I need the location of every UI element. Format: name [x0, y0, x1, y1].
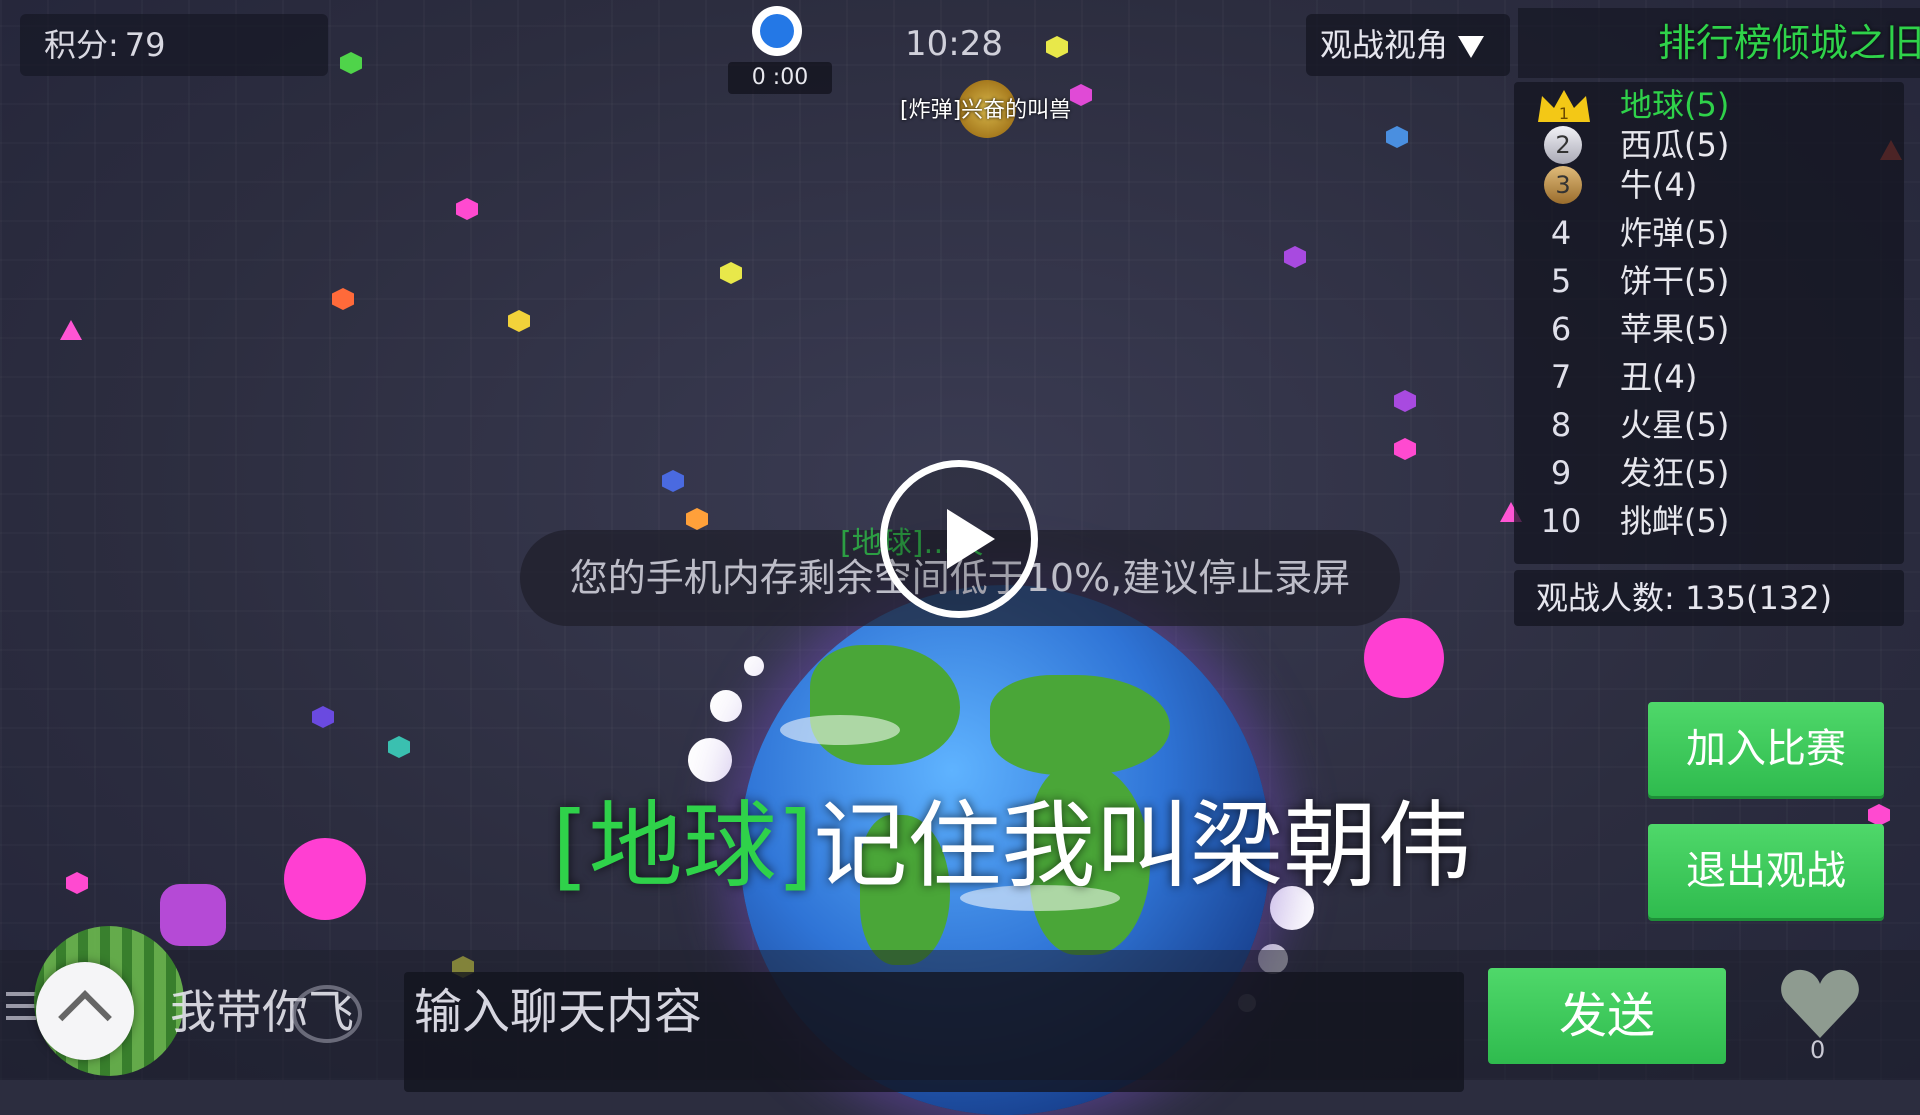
leaderboard-row: 5 饼干(5) [1514, 258, 1904, 304]
food-pellet [1284, 246, 1306, 268]
spectate-view-label: 观战视角 [1320, 26, 1449, 64]
play-button[interactable] [880, 460, 1038, 618]
food-pellet [1070, 84, 1092, 106]
rank-number: 10 [1540, 502, 1582, 540]
food-pellet [1868, 804, 1890, 826]
chat-sender-tag: [地球] [552, 792, 814, 901]
player-name: 挑衅(5) [1620, 502, 1730, 540]
ejected-mass [744, 656, 764, 676]
bomb-cell-label: [炸弹]兴奋的叫兽 [900, 98, 1072, 123]
cloud [780, 715, 900, 745]
bronze-medal-icon: 3 [1544, 166, 1582, 204]
player-name: 发狂(5) [1620, 454, 1730, 492]
food-pellet [388, 736, 410, 758]
leaderboard-row: 9 发狂(5) [1514, 450, 1904, 496]
play-icon [947, 509, 995, 569]
food-pellet [332, 288, 354, 310]
crown-icon: 1 [1538, 90, 1590, 123]
continent [990, 675, 1170, 775]
spectator-count: 观战人数: 135(132) [1514, 570, 1904, 626]
food-pellet [456, 198, 478, 220]
food-pellet [1394, 438, 1416, 460]
leaderboard-row: 4 炸弹(5) [1514, 210, 1904, 256]
join-game-button[interactable]: 加入比赛 [1648, 702, 1884, 796]
menu-icon[interactable] [6, 984, 36, 1028]
player-cell [1364, 618, 1444, 698]
rank-number: 7 [1550, 358, 1572, 396]
svg-text:1: 1 [1559, 104, 1569, 123]
player-name: 丑(4) [1620, 358, 1698, 396]
rank-number: 4 [1550, 214, 1572, 252]
leaderboard-row: 10 挑衅(5) [1514, 498, 1904, 544]
timer-icon [752, 6, 802, 56]
virus-cell [160, 884, 226, 946]
score-display: 积分: 79 [20, 14, 328, 76]
leaderboard-row: 7 丑(4) [1514, 354, 1904, 400]
continent [810, 645, 960, 765]
silver-medal-icon: 2 [1544, 126, 1582, 164]
player-name: 苹果(5) [1620, 310, 1730, 348]
rank-number: 8 [1550, 406, 1572, 444]
food-pellet [312, 706, 334, 728]
countdown-timer: 0 :00 [728, 62, 832, 94]
ejected-mass [710, 690, 742, 722]
leaderboard-row: 6 苹果(5) [1514, 306, 1904, 352]
triangle-pellet [60, 320, 82, 340]
food-pellet [686, 508, 708, 530]
chat-broadcast: [地球]记住我叫梁朝伟 [552, 770, 1471, 906]
chat-bubble-icon[interactable] [292, 985, 362, 1043]
send-button[interactable]: 发送 [1488, 968, 1726, 1064]
rank-number: 6 [1550, 310, 1572, 348]
chat-message-text: 记住我叫梁朝伟 [813, 792, 1472, 901]
leaderboard-header: 排行榜倾城之旧 [1518, 8, 1920, 78]
rank-number: 9 [1550, 454, 1572, 492]
score-label: 积分: [44, 26, 119, 64]
food-pellet [662, 470, 684, 492]
food-pellet [720, 262, 742, 284]
heart-icon[interactable] [1780, 968, 1860, 1040]
score-value: 79 [124, 26, 166, 64]
food-pellet [66, 872, 88, 894]
player-name: 炸弹(5) [1620, 214, 1730, 252]
exit-spectate-button[interactable]: 退出观战 [1648, 824, 1884, 918]
leaderboard: 1 地球(5) 2 西瓜(5) 3 牛(4) 4 炸弹(5) 5 饼干(5) 6… [1514, 82, 1904, 564]
player-name: 火星(5) [1620, 406, 1730, 444]
food-pellet [1046, 36, 1068, 58]
food-pellet [1394, 390, 1416, 412]
chevron-down-icon [1458, 36, 1485, 58]
rank-number: 5 [1550, 262, 1572, 300]
food-pellet [340, 52, 362, 74]
player-name: 牛(4) [1620, 166, 1698, 204]
game-clock: 10:28 [905, 24, 1003, 64]
player-cell [284, 838, 366, 920]
chevron-up-icon [58, 990, 112, 1044]
food-pellet [1386, 126, 1408, 148]
leaderboard-row: 3 牛(4) [1514, 162, 1904, 208]
player-name: 饼干(5) [1620, 262, 1730, 300]
chat-input[interactable]: 输入聊天内容 [404, 972, 1464, 1092]
like-count: 0 [1810, 1036, 1826, 1064]
food-pellet [508, 310, 530, 332]
spectate-view-dropdown[interactable]: 观战视角 [1306, 14, 1510, 76]
expand-chat-button[interactable] [36, 962, 134, 1060]
leaderboard-row: 8 火星(5) [1514, 402, 1904, 448]
